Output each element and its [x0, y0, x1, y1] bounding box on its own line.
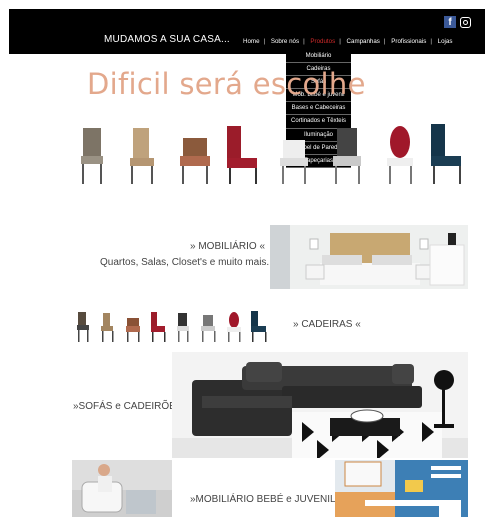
mobiliario-title[interactable]: » MOBILIÁRIO «	[190, 241, 265, 252]
cadeiras-title[interactable]: » CADEIRAS «	[293, 319, 361, 330]
chair-image	[333, 128, 361, 184]
nav-separator: |	[339, 38, 341, 45]
kids-room-image[interactable]	[335, 460, 468, 517]
hero-chairs-image	[81, 124, 461, 184]
nav-separator: |	[303, 38, 305, 45]
cadeiras-chairs-image[interactable]	[75, 309, 275, 345]
top-nav-bar	[9, 9, 485, 54]
nav-profissionais[interactable]: Profissionais	[391, 38, 426, 45]
nav-separator: |	[383, 38, 386, 45]
mobiliario-subtitle: Quartos, Salas, Closet's e muito mais...	[100, 257, 275, 268]
bedroom-image[interactable]	[270, 225, 468, 289]
nav-home[interactable]: Home	[243, 38, 260, 45]
hero-title: Dificil será escolhe	[87, 67, 366, 101]
nav-lojas[interactable]: Lojas	[438, 38, 453, 45]
chair-image	[227, 126, 257, 184]
instagram-icon[interactable]	[460, 17, 471, 28]
sofas-title[interactable]: »SOFÁS e CADEIRÕES«	[73, 401, 188, 412]
dropdown-item-bases[interactable]: Bases e Cabeceiras	[286, 102, 351, 116]
sofa-image[interactable]	[172, 352, 468, 458]
chair-image	[431, 124, 461, 184]
brand-title[interactable]: MUDAMOS A SUA CASA...	[104, 34, 230, 45]
chair-image	[280, 140, 308, 184]
chair-image	[387, 126, 413, 184]
nav-separator: |	[430, 38, 432, 45]
chair-image	[81, 128, 103, 184]
chair-image	[130, 128, 154, 184]
chair-image	[180, 138, 210, 184]
nav-sobre[interactable]: Sobre nós	[271, 38, 299, 45]
nav-separator: |	[263, 38, 266, 45]
main-nav: Home | Sobre nós | Produtos | Campanhas | Pr…	[243, 38, 452, 45]
baby-furniture-image[interactable]	[72, 460, 172, 517]
nav-produtos[interactable]: Produtos	[310, 38, 335, 45]
bebe-title[interactable]: »MOBILIÁRIO BEBÉ e JUVENIL«	[190, 494, 341, 505]
nav-campanhas[interactable]: Campanhas	[347, 38, 380, 45]
dropdown-item-mobiliario[interactable]: Mobiliário	[286, 50, 351, 64]
facebook-icon[interactable]: f	[444, 16, 456, 28]
